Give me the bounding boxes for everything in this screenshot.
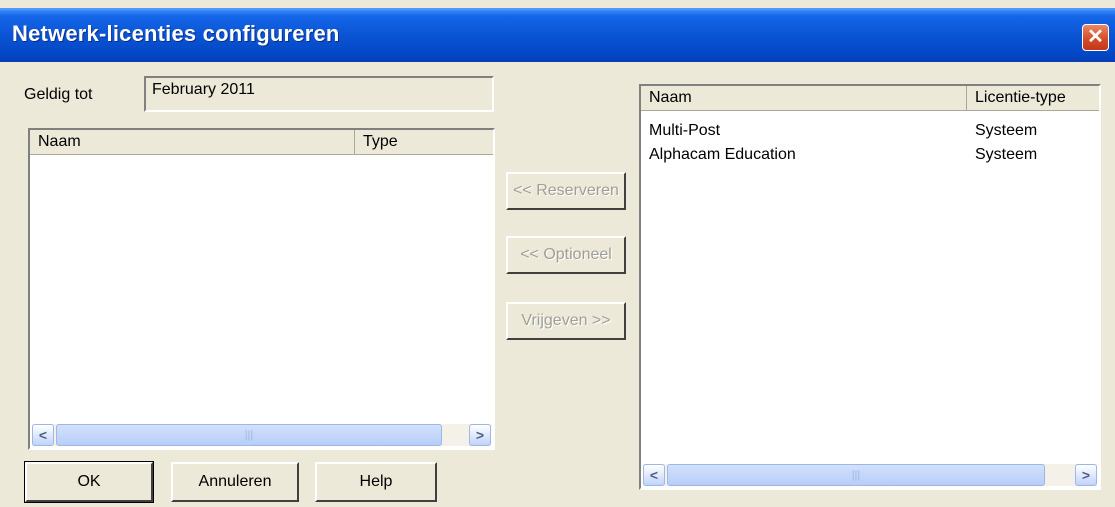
list-item-name[interactable]: Multi-Post (649, 122, 720, 140)
release-button[interactable]: Vrijgeven >> (506, 302, 626, 340)
list-item-type[interactable]: Systeem (975, 146, 1037, 164)
column-header-type[interactable]: Type (355, 130, 493, 154)
assigned-licenses-list[interactable]: Naam Licentie-type Multi-Post Systeem Al… (639, 84, 1101, 490)
list-item-type[interactable]: Systeem (975, 122, 1037, 140)
column-header-name[interactable]: Naam (641, 86, 967, 110)
horizontal-scrollbar[interactable]: < ||| > (643, 464, 1097, 486)
list-item-name[interactable]: Alphacam Education (649, 146, 796, 164)
valid-until-value: February 2011 (152, 81, 255, 98)
optional-button[interactable]: << Optioneel (506, 236, 626, 274)
close-icon[interactable]: ✕ (1082, 24, 1109, 51)
list-header: Naam Licentie-type (641, 86, 1099, 111)
scroll-thumb[interactable]: ||| (56, 424, 442, 446)
window-title: Netwerk-licenties configureren (12, 21, 340, 46)
horizontal-scrollbar[interactable]: < ||| > (32, 424, 491, 446)
valid-until-field: February 2011 (144, 76, 494, 112)
title-bar[interactable]: Netwerk-licenties configureren ✕ (0, 8, 1115, 62)
column-header-name[interactable]: Naam (30, 130, 355, 154)
scroll-right-icon[interactable]: > (469, 424, 491, 446)
scroll-right-icon[interactable]: > (1075, 464, 1097, 486)
help-button[interactable]: Help (315, 462, 437, 502)
list-header: Naam Type (30, 130, 493, 155)
available-licenses-list[interactable]: Naam Type < ||| > (28, 128, 495, 450)
scroll-thumb[interactable]: ||| (667, 464, 1045, 486)
ok-button[interactable]: OK (24, 461, 154, 503)
scroll-left-icon[interactable]: < (643, 464, 665, 486)
column-header-license-type[interactable]: Licentie-type (967, 86, 1099, 110)
dialog-window: Netwerk-licenties configureren ✕ Geldig … (0, 0, 1115, 507)
cancel-button[interactable]: Annuleren (171, 462, 299, 502)
reserve-button[interactable]: << Reserveren (506, 172, 626, 210)
scroll-left-icon[interactable]: < (32, 424, 54, 446)
valid-until-label: Geldig tot (24, 86, 93, 103)
